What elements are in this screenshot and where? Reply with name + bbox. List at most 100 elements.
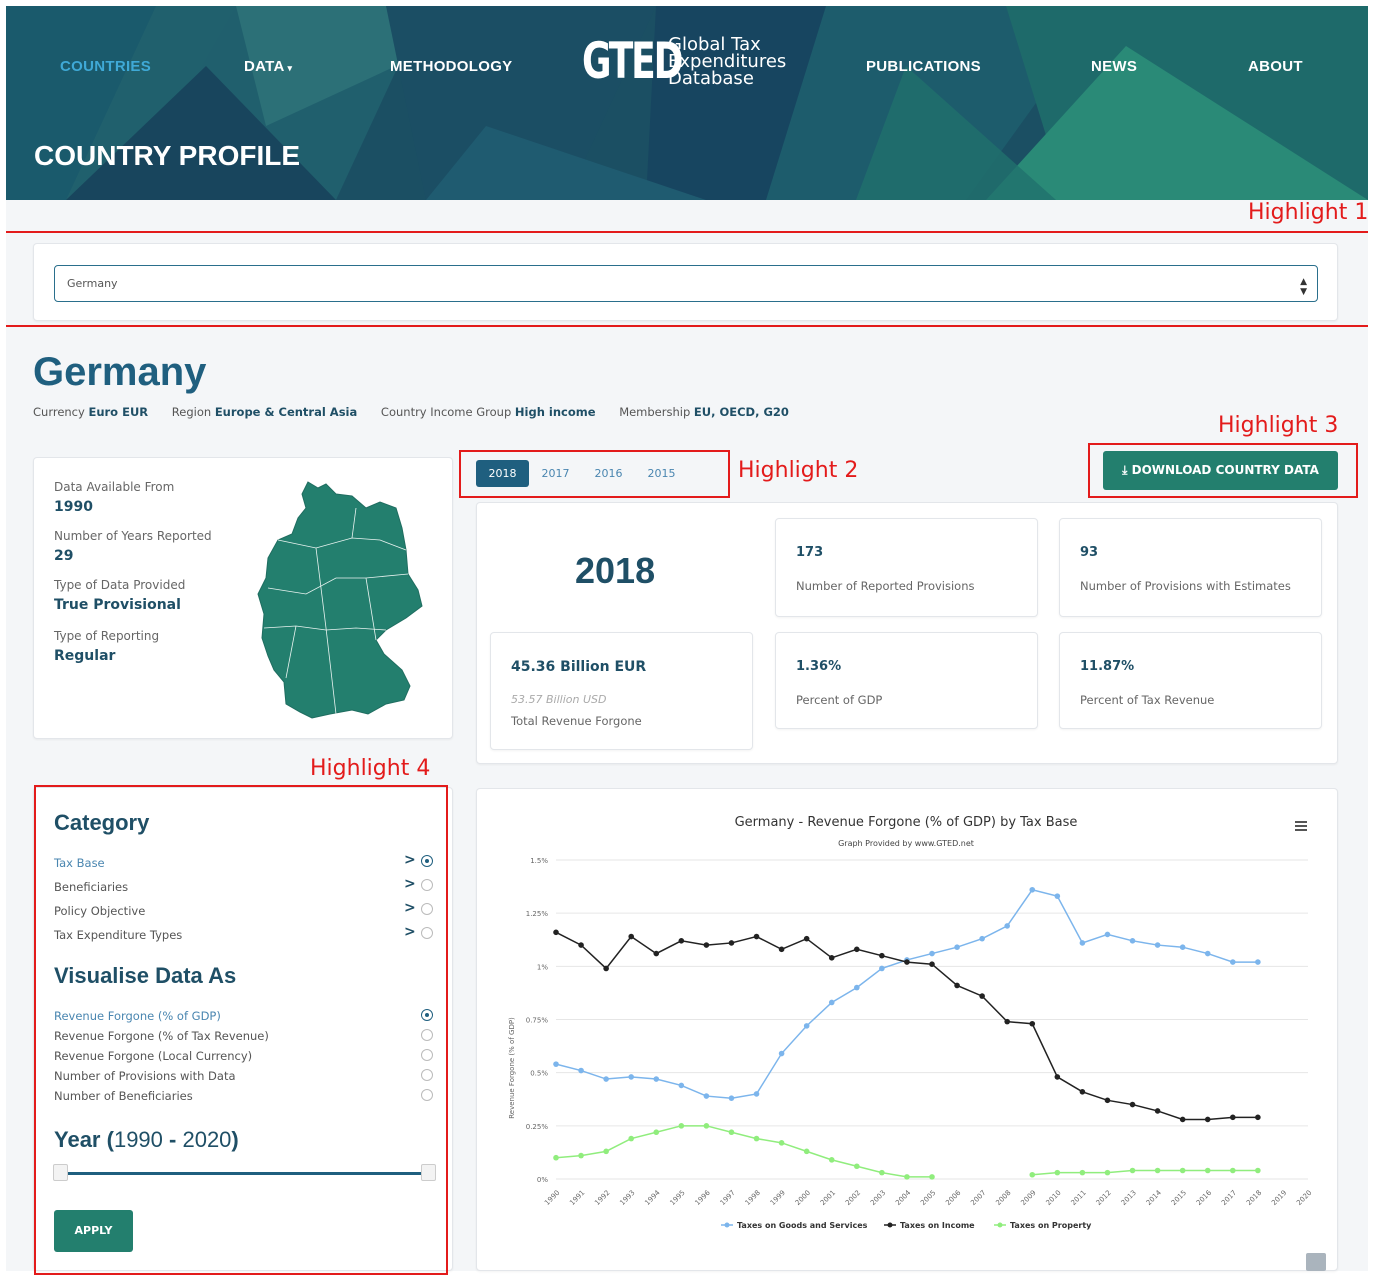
data-point[interactable] — [653, 1076, 660, 1082]
data-point[interactable] — [828, 1157, 835, 1163]
data-point[interactable] — [753, 933, 760, 940]
data-point[interactable] — [778, 1050, 785, 1057]
data-point[interactable] — [753, 1135, 760, 1142]
data-point[interactable] — [703, 942, 710, 948]
data-point[interactable] — [803, 1023, 810, 1029]
data-point[interactable] — [653, 1129, 660, 1136]
nav-about[interactable]: ABOUT — [1248, 58, 1303, 75]
data-point[interactable] — [979, 993, 985, 999]
x-tick-label: 2006 — [944, 1188, 963, 1207]
data-point[interactable] — [854, 1163, 860, 1170]
data-point[interactable] — [828, 955, 835, 961]
data-point[interactable] — [703, 1093, 710, 1099]
data-point[interactable] — [553, 929, 559, 936]
data-point[interactable] — [904, 959, 910, 965]
data-point[interactable] — [1255, 1114, 1261, 1121]
data-point[interactable] — [578, 1152, 584, 1159]
data-point[interactable] — [1179, 1167, 1186, 1174]
legend-item[interactable]: Taxes on Goods and Services — [737, 1221, 868, 1230]
data-point[interactable] — [979, 935, 985, 942]
data-point[interactable] — [1154, 1167, 1161, 1174]
data-point[interactable] — [1104, 1169, 1111, 1176]
data-point[interactable] — [603, 1076, 609, 1082]
data-point[interactable] — [1179, 1116, 1186, 1123]
data-point[interactable] — [1004, 923, 1010, 929]
data-point[interactable] — [578, 942, 584, 948]
data-point[interactable] — [553, 1061, 559, 1067]
data-point[interactable] — [929, 961, 935, 968]
data-point[interactable] — [628, 1074, 634, 1080]
data-point[interactable] — [1154, 942, 1161, 948]
data-point[interactable] — [653, 950, 660, 957]
data-point[interactable] — [728, 940, 735, 946]
data-point[interactable] — [1079, 1169, 1086, 1176]
data-point[interactable] — [904, 1174, 910, 1180]
gted-logo[interactable]: GTED Global Tax Expenditures Database — [582, 32, 786, 90]
country-select[interactable]: Germany ▲ ▼ — [54, 265, 1318, 302]
scroll-to-top-button[interactable] — [1306, 1253, 1326, 1271]
data-point[interactable] — [954, 982, 960, 989]
data-point[interactable] — [678, 1123, 685, 1129]
data-point[interactable] — [1029, 886, 1036, 893]
data-point[interactable] — [803, 1148, 810, 1155]
data-point[interactable] — [1255, 1167, 1261, 1174]
data-point[interactable] — [854, 946, 860, 953]
data-point[interactable] — [628, 1135, 634, 1142]
data-point[interactable] — [1204, 1167, 1211, 1174]
data-point[interactable] — [1054, 893, 1061, 899]
data-point[interactable] — [703, 1123, 710, 1129]
data-point[interactable] — [1154, 1108, 1161, 1114]
legend-item[interactable]: Taxes on Property — [1010, 1221, 1092, 1230]
country-info-card: Data Available From 1990 Number of Years… — [33, 457, 453, 739]
data-point[interactable] — [929, 1174, 935, 1180]
data-point[interactable] — [553, 1154, 559, 1161]
data-point[interactable] — [678, 938, 685, 944]
data-point[interactable] — [678, 1082, 685, 1089]
data-point[interactable] — [603, 965, 609, 972]
data-point[interactable] — [879, 965, 885, 972]
data-point[interactable] — [1129, 1101, 1136, 1108]
data-point[interactable] — [628, 933, 634, 940]
nav-publications[interactable]: PUBLICATIONS — [866, 58, 981, 75]
data-point[interactable] — [1230, 959, 1236, 965]
country-select-value: Germany — [67, 277, 118, 290]
data-point[interactable] — [1104, 1097, 1111, 1104]
nav-methodology[interactable]: METHODOLOGY — [390, 58, 512, 75]
data-point[interactable] — [1129, 1167, 1136, 1174]
data-point[interactable] — [753, 1091, 760, 1097]
data-point[interactable] — [1104, 931, 1111, 938]
data-point[interactable] — [1255, 959, 1261, 965]
data-point[interactable] — [1179, 944, 1186, 950]
data-point[interactable] — [728, 1095, 735, 1101]
data-point[interactable] — [1079, 1089, 1086, 1095]
data-point[interactable] — [854, 984, 860, 991]
data-point[interactable] — [1129, 938, 1136, 944]
data-point[interactable] — [778, 946, 785, 953]
data-point[interactable] — [1079, 940, 1086, 946]
nav-data[interactable]: DATA ▾ — [244, 58, 292, 75]
data-point[interactable] — [1029, 1171, 1036, 1178]
data-point[interactable] — [728, 1129, 735, 1136]
data-point[interactable] — [1054, 1169, 1061, 1176]
data-point[interactable] — [1230, 1167, 1236, 1174]
data-point[interactable] — [1029, 1020, 1036, 1027]
data-point[interactable] — [1204, 950, 1211, 957]
data-point[interactable] — [578, 1067, 584, 1074]
data-point[interactable] — [879, 1169, 885, 1176]
nav-countries[interactable]: COUNTRIES — [60, 58, 151, 75]
chart-menu-icon[interactable] — [1295, 821, 1307, 831]
data-point[interactable] — [603, 1148, 609, 1155]
data-point[interactable] — [828, 999, 835, 1006]
legend-item[interactable]: Taxes on Income — [900, 1221, 975, 1230]
data-point[interactable] — [1054, 1074, 1061, 1080]
data-point[interactable] — [803, 935, 810, 942]
data-point[interactable] — [954, 944, 960, 950]
data-point[interactable] — [1204, 1116, 1211, 1123]
data-point[interactable] — [929, 950, 935, 957]
data-point[interactable] — [1230, 1114, 1236, 1121]
data-point[interactable] — [879, 952, 885, 959]
nav-news[interactable]: NEWS — [1091, 58, 1137, 75]
data-point[interactable] — [1004, 1018, 1010, 1025]
data-point[interactable] — [778, 1140, 785, 1146]
x-tick-label: 2009 — [1019, 1189, 1037, 1207]
